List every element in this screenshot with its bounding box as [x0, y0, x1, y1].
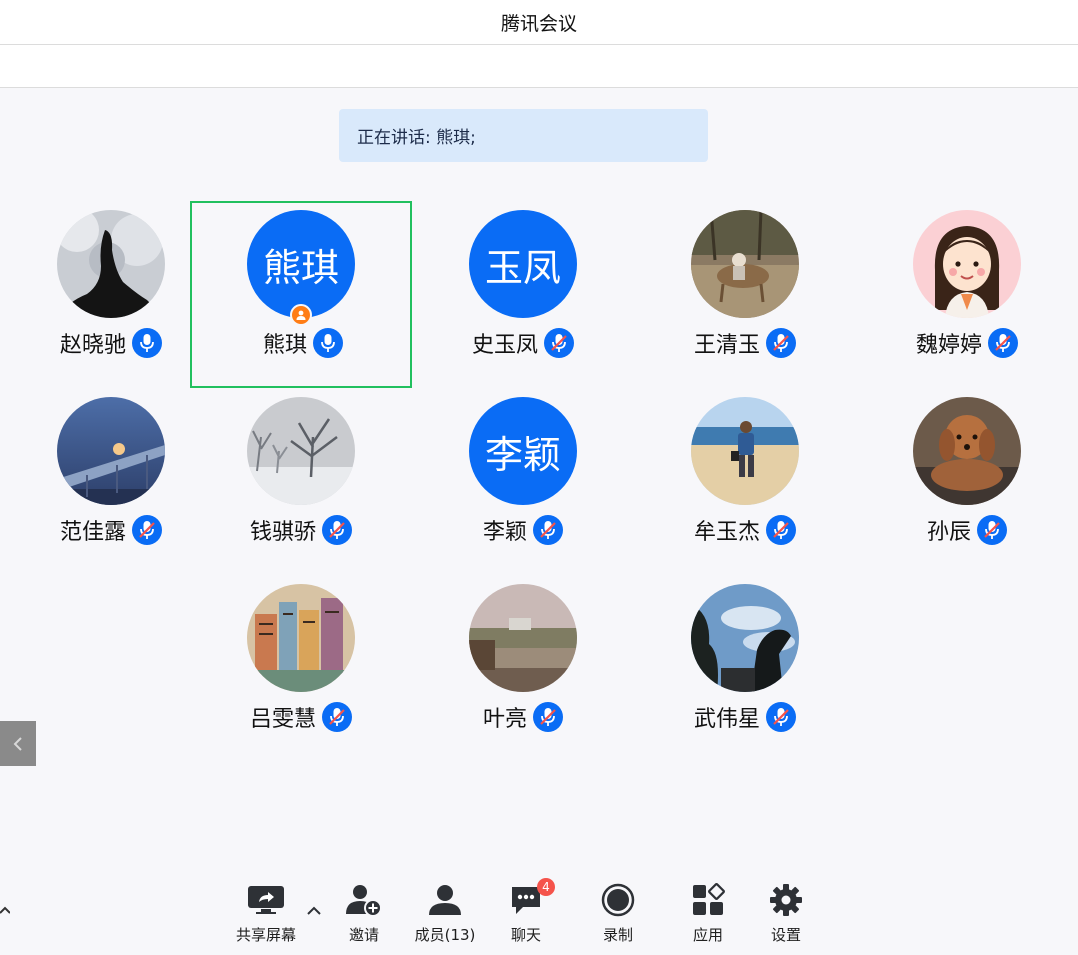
participant-name: 牟玉杰 [693, 520, 760, 545]
participant-tile-ye-liang[interactable]: 叶亮 [412, 575, 634, 762]
participant-name: 熊琪 [262, 333, 307, 358]
microphone-icon[interactable] [313, 328, 343, 358]
participant-name-row: 孙辰 [856, 515, 1078, 545]
participant-name: 武伟星 [693, 707, 760, 732]
participant-name-row: 史玉凤 [412, 328, 634, 358]
microphone-muted-icon[interactable] [533, 515, 563, 545]
participant-name-row: 叶亮 [412, 702, 634, 732]
participant-name: 魏婷婷 [915, 333, 982, 358]
window-title: 腾讯会议 [0, 0, 1078, 45]
participant-name: 孙辰 [926, 520, 971, 545]
share-screen-label: 共享屏幕 [235, 926, 296, 944]
participant-tile-shi-yufeng[interactable]: 玉凤 史玉凤 [412, 201, 634, 388]
previous-page-button[interactable] [0, 721, 36, 766]
participant-name-row: 魏婷婷 [856, 328, 1078, 358]
record-label: 录制 [602, 926, 633, 944]
host-icon [290, 304, 312, 326]
share-screen-icon [248, 886, 284, 914]
microphone-muted-icon[interactable] [988, 328, 1018, 358]
participant-name-row: 李颖 [412, 515, 634, 545]
invite-label: 邀请 [348, 926, 379, 944]
record-button[interactable]: 录制 [596, 880, 640, 946]
avatar: 李颖 [469, 397, 577, 505]
participant-name: 赵晓驰 [59, 333, 126, 358]
avatar [57, 210, 165, 318]
avatar [691, 584, 799, 692]
participant-name-row: 范佳露 [0, 515, 222, 545]
participant-name: 李颖 [482, 520, 527, 545]
avatar: 玉凤 [469, 210, 577, 318]
participant-tile-zhao-xiaochi[interactable]: 赵晓驰 [0, 201, 222, 388]
members-label: 成员(13) [414, 926, 476, 944]
microphone-muted-icon[interactable] [977, 515, 1007, 545]
participant-tile-wang-qingyu[interactable]: 王清玉 [634, 201, 856, 388]
apps-icon [693, 883, 725, 915]
avatar [247, 397, 355, 505]
participant-tile-lv-wenhui[interactable]: 吕雯慧 [190, 575, 412, 762]
speaking-banner: 正在讲话: 熊琪; [339, 109, 708, 162]
members-icon [429, 885, 461, 915]
participant-name: 史玉凤 [471, 333, 538, 358]
avatar [57, 397, 165, 505]
participant-name-row: 熊琪 [192, 328, 414, 358]
settings-label: 设置 [770, 926, 801, 944]
participant-tile-fan-jialu[interactable]: 范佳露 [0, 388, 222, 575]
share-screen-button[interactable]: 共享屏幕 [232, 880, 300, 946]
participant-name: 范佳露 [59, 520, 126, 545]
microphone-muted-icon[interactable] [766, 702, 796, 732]
participant-name-row: 武伟星 [634, 702, 856, 732]
participant-tile-xiong-qi[interactable]: 熊琪 熊琪 [190, 201, 412, 388]
microphone-muted-icon[interactable] [322, 702, 352, 732]
participant-name: 钱骐骄 [249, 520, 316, 545]
avatar [691, 397, 799, 505]
participant-name: 叶亮 [482, 707, 527, 732]
participant-tile-li-ying[interactable]: 李颖 李颖 [412, 388, 634, 575]
avatar [469, 584, 577, 692]
participant-tile-qian-qijiao[interactable]: 钱骐骄 [190, 388, 412, 575]
participant-name-row: 吕雯慧 [190, 702, 412, 732]
microphone-muted-icon[interactable] [544, 328, 574, 358]
record-icon [601, 883, 635, 917]
participant-tile-wei-tingting[interactable]: 魏婷婷 [856, 201, 1078, 388]
apps-button[interactable]: 应用 [686, 880, 730, 946]
participant-name-row: 牟玉杰 [634, 515, 856, 545]
avatar [247, 584, 355, 692]
chevron-left-icon [13, 736, 22, 751]
participant-tile-mou-yujie[interactable]: 牟玉杰 [634, 388, 856, 575]
participant-name-row: 赵晓驰 [0, 328, 222, 358]
microphone-muted-icon[interactable] [132, 515, 162, 545]
avatar [913, 210, 1021, 318]
members-button[interactable]: 成员(13) [410, 880, 480, 946]
avatar [691, 210, 799, 318]
participant-name: 吕雯慧 [249, 707, 316, 732]
microphone-muted-icon[interactable] [766, 515, 796, 545]
avatar [913, 397, 1021, 505]
chevron-up-icon[interactable] [0, 903, 10, 917]
invite-icon [346, 885, 382, 916]
top-toolbar [0, 45, 1078, 88]
share-options-chevron-icon[interactable] [306, 905, 322, 917]
participant-tile-wu-weixing[interactable]: 武伟星 [634, 575, 856, 762]
microphone-muted-icon[interactable] [533, 702, 563, 732]
participant-name-row: 钱骐骄 [190, 515, 412, 545]
microphone-muted-icon[interactable] [766, 328, 796, 358]
gear-icon [770, 884, 802, 916]
chat-label: 聊天 [510, 926, 541, 944]
settings-button[interactable]: 设置 [764, 880, 808, 946]
apps-label: 应用 [692, 926, 723, 944]
invite-button[interactable]: 邀请 [340, 880, 388, 946]
chat-button[interactable]: 4 聊天 [504, 878, 555, 946]
chat-unread-badge: 4 [537, 878, 555, 896]
participant-name-row: 王清玉 [634, 328, 856, 358]
avatar: 熊琪 [247, 210, 355, 318]
participant-tile-sun-chen[interactable]: 孙辰 [856, 388, 1078, 575]
microphone-muted-icon[interactable] [322, 515, 352, 545]
microphone-icon[interactable] [132, 328, 162, 358]
participant-name: 王清玉 [693, 333, 760, 358]
